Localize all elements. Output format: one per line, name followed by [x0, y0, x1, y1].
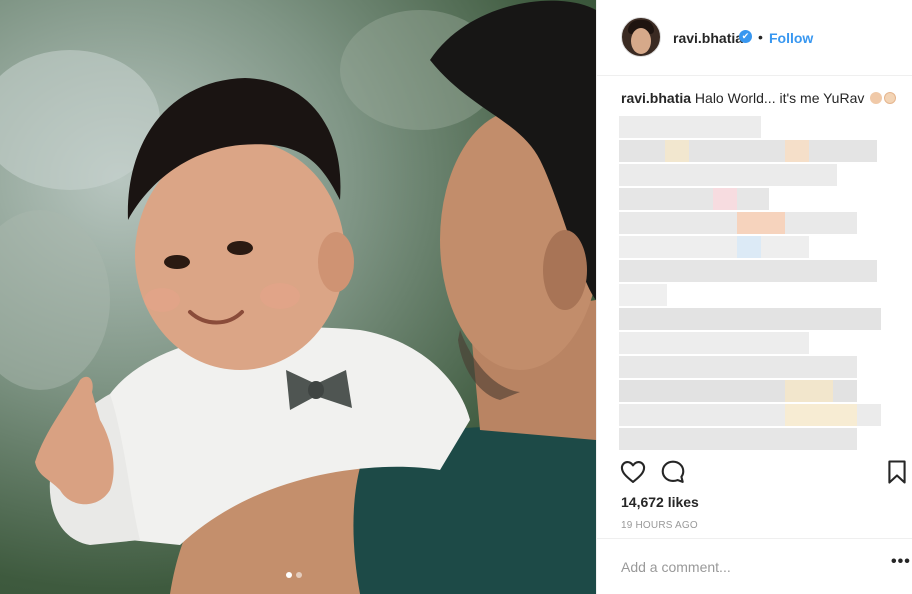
post-actions: [597, 458, 912, 488]
carousel-dot: [296, 572, 302, 578]
post-caption: ravi.bhatia Halo World... it's me YuRav: [621, 90, 897, 106]
post-photo-illustration: [0, 0, 596, 594]
avatar[interactable]: [621, 17, 661, 57]
bookmark-icon[interactable]: [883, 458, 911, 486]
post-photo[interactable]: [0, 0, 596, 594]
post-timestamp[interactable]: 19 HOURS AGO: [621, 520, 698, 531]
comment-bar: •••: [597, 538, 912, 594]
avatar-face: [631, 28, 651, 54]
comment-input[interactable]: [621, 559, 861, 575]
more-options-icon[interactable]: •••: [891, 553, 911, 571]
header-separator: •: [758, 29, 763, 45]
post-header: ravi.bhatia ✔ • Follow: [597, 0, 912, 76]
likes-count[interactable]: 14,672 likes: [621, 494, 699, 510]
caption-text: Halo World... it's me YuRav: [694, 90, 865, 106]
follow-button[interactable]: Follow: [769, 30, 813, 46]
carousel-indicator: [286, 572, 302, 578]
header-username[interactable]: ravi.bhatia: [673, 30, 743, 46]
baby-emoji-icon: [884, 92, 897, 104]
comment-bubble-icon[interactable]: [659, 458, 687, 486]
carousel-dot-active: [286, 572, 292, 578]
blurred-comments: [617, 116, 887, 452]
verified-badge-icon: ✔: [739, 30, 752, 43]
caption-username[interactable]: ravi.bhatia: [621, 90, 691, 106]
post-details-panel: ravi.bhatia ✔ • Follow ravi.bhatia Halo …: [596, 0, 912, 594]
heart-icon[interactable]: [619, 458, 647, 486]
clap-emoji-icon: [870, 92, 883, 104]
